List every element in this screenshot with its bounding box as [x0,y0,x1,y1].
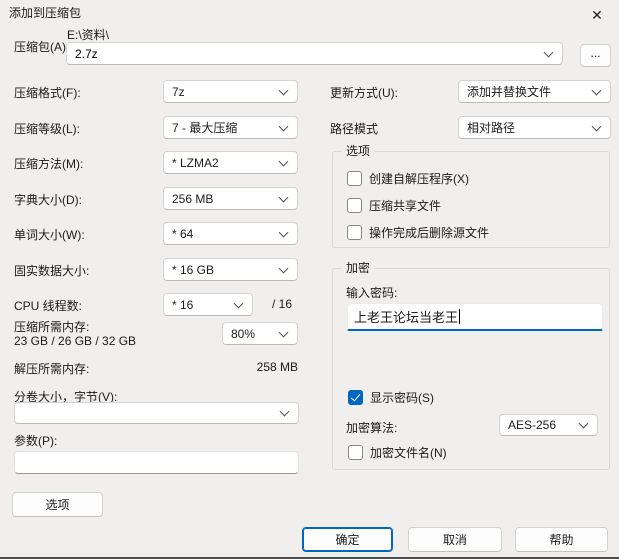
volume-size-combobox[interactable] [14,402,299,424]
memory-compress-detail: 23 GB / 26 GB / 32 GB [14,334,137,348]
text-caret [459,309,461,324]
cancel-button[interactable]: 取消 [408,527,502,552]
method-combobox[interactable]: * LZMA2 [163,151,298,174]
browse-button[interactable]: ... [580,44,611,67]
cpu-threads-max: / 16 [272,297,293,311]
format-label: 压缩格式(F): [14,86,81,100]
word-size-label: 单词大小(W): [14,228,85,242]
chevron-down-icon [278,192,289,202]
options-button[interactable]: 选项 [12,492,103,517]
archive-name-input[interactable] [75,46,538,61]
encryption-method-label: 加密算法: [346,421,398,435]
chevron-down-icon [278,263,289,273]
archive-directory: E:\资料\ [67,28,110,42]
chevron-down-icon [543,47,554,57]
chevron-down-icon [578,418,589,429]
encryption-method-combobox[interactable]: AES-256 [499,414,598,436]
checkbox-box[interactable] [348,390,363,405]
checkbox-box[interactable] [347,198,362,213]
level-label: 压缩等级(L): [14,122,81,136]
path-mode-label: 路径模式 [330,122,379,136]
update-mode-label: 更新方式(U): [330,86,398,100]
memory-decompress-label: 解压所需内存: [14,362,90,376]
encryption-group-title: 加密 [342,261,375,276]
parameters-label: 参数(P): [14,434,58,448]
password-value: 上老王论坛当老王 [354,310,459,325]
archive-name-combobox[interactable] [66,42,563,65]
close-icon: ✕ [591,6,603,23]
options-group: 选项 创建自解压程序(X) 压缩共享文件 操作完成后删除源文件 [332,144,610,248]
checkbox-encrypt-filenames[interactable]: 加密文件名(N) [348,444,447,461]
close-button[interactable]: ✕ [581,2,613,28]
window-title: 添加到压缩包 [9,6,82,20]
cpu-threads-label: CPU 线程数: [14,299,83,313]
options-group-title: 选项 [342,144,375,159]
password-input[interactable]: 上老王论坛当老王 [347,303,603,331]
level-combobox[interactable]: 7 - 最大压缩 [163,116,298,139]
chevron-down-icon [278,156,289,166]
chevron-down-icon [278,85,289,95]
encryption-group: 加密 输入密码: 上老王论坛当老王 显示密码(S) 加密算法: AES-256 … [332,261,610,470]
archive-label: 压缩包(A) [14,40,66,54]
checkbox-compress-shared[interactable]: 压缩共享文件 [347,197,441,214]
checkbox-box[interactable] [347,171,362,186]
add-to-archive-dialog: 添加到压缩包 ✕ 压缩包(A) E:\资料\ ... 压缩格式(F): 7z 压… [0,0,619,559]
help-button[interactable]: 帮助 [515,527,608,552]
checkbox-show-password[interactable]: 显示密码(S) [348,389,434,406]
dictionary-label: 字典大小(D): [14,193,82,207]
solid-block-label: 固实数据大小: [14,264,90,278]
chevron-down-icon [233,298,244,308]
format-combobox[interactable]: 7z [163,80,298,103]
chevron-down-icon [591,85,602,95]
checkbox-delete-after[interactable]: 操作完成后删除源文件 [347,224,489,241]
memory-percent-combobox[interactable]: 80% [222,322,298,345]
password-label: 输入密码: [346,286,398,300]
update-mode-combobox[interactable]: 添加并替换文件 [458,80,611,103]
path-mode-combobox[interactable]: 相对路径 [458,116,611,139]
memory-compress-label: 压缩所需内存: [14,320,90,334]
chevron-down-icon [278,327,289,337]
word-size-combobox[interactable]: * 64 [163,222,298,245]
chevron-down-icon [278,121,289,131]
chevron-down-icon [279,406,290,417]
method-label: 压缩方法(M): [14,157,84,171]
chevron-down-icon [591,121,602,131]
dictionary-combobox[interactable]: 256 MB [163,187,298,210]
checkbox-box[interactable] [347,225,362,240]
parameters-input[interactable] [14,451,299,474]
chevron-down-icon [278,227,289,237]
volume-size-input[interactable] [23,406,274,420]
cpu-threads-combobox[interactable]: * 16 [163,293,253,316]
ok-button[interactable]: 确定 [302,527,393,552]
browse-button-label: ... [590,46,601,60]
checkbox-create-sfx[interactable]: 创建自解压程序(X) [347,170,469,187]
checkbox-box[interactable] [348,445,363,460]
solid-block-combobox[interactable]: * 16 GB [163,258,298,281]
memory-decompress-value: 258 MB [256,360,298,374]
